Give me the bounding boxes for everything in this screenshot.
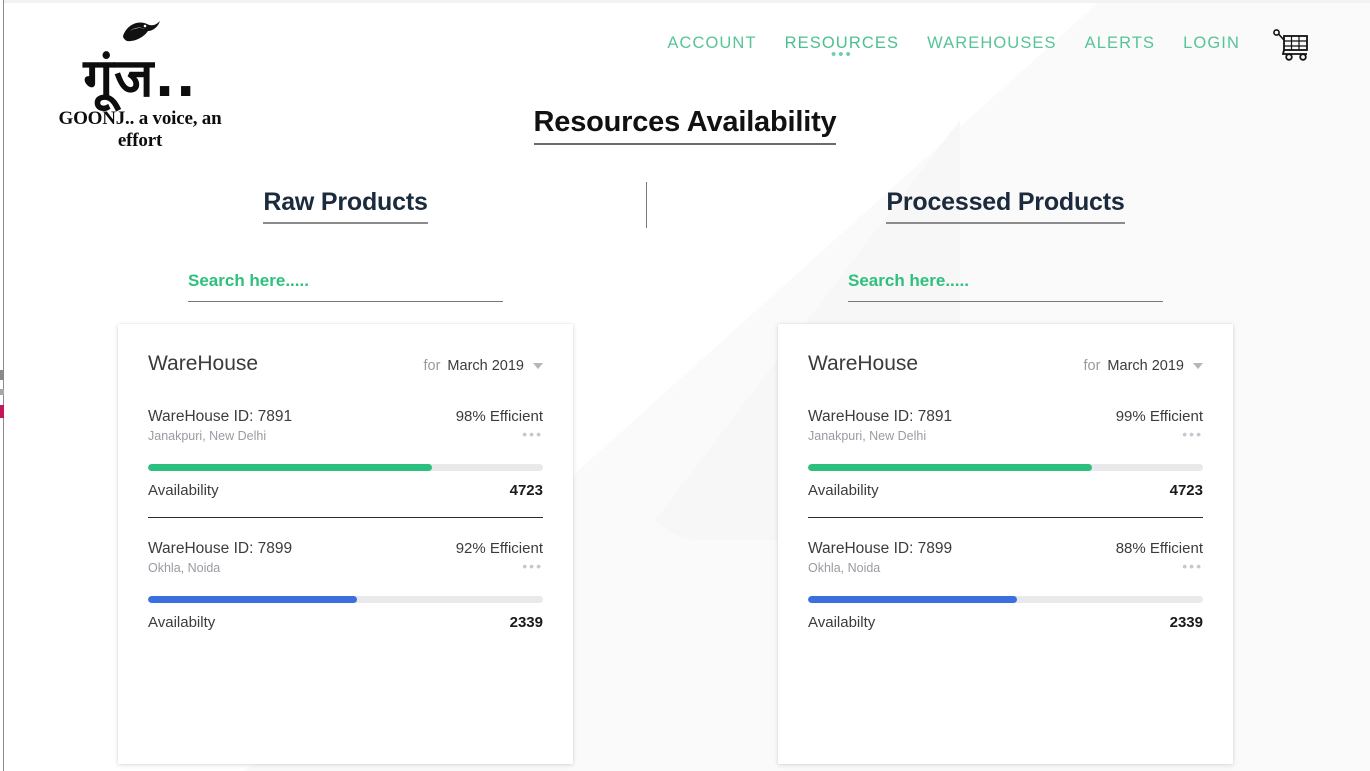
availability-progress-track (148, 464, 543, 471)
column-divider (646, 182, 647, 228)
nav-item-account[interactable]: ACCOUNT (667, 34, 756, 53)
nav-item-login[interactable]: LOGIN (1183, 34, 1240, 53)
bird-icon (123, 21, 160, 42)
warehouse-location: Janakpuri, New Delhi (148, 429, 267, 443)
availability-row: Availability 4723 (148, 482, 543, 499)
nav-item-warehouses[interactable]: WAREHOUSES (927, 34, 1057, 53)
availability-value: 2339 (1169, 614, 1203, 631)
warehouse-id: WareHouse ID: 7891 (148, 408, 293, 425)
period-selector-processed[interactable]: for March 2019 (1083, 358, 1203, 374)
availability-value: 2339 (509, 614, 543, 631)
warehouse-entry-header: WareHouse ID: 7891 Janakpuri, New Delhi … (148, 408, 543, 443)
chevron-down-icon[interactable] (1193, 363, 1203, 369)
availability-progress-track (808, 596, 1203, 603)
warehouse-card-raw: WareHouse for March 2019 WareHouse ID: 7… (118, 324, 573, 764)
nav-item-alerts[interactable]: ALERTS (1085, 34, 1156, 53)
warehouse-location: Janakpuri, New Delhi (808, 429, 927, 443)
column-processed-products: Processed Products WareHouse for March 2… (778, 188, 1233, 764)
logo-script-text: गूंज.. (83, 48, 197, 109)
availability-progress-track (148, 596, 543, 603)
availability-row: Availability 4723 (808, 482, 1203, 499)
warehouse-efficiency-block: 98% Efficient ••• (455, 408, 543, 441)
warehouse-entry-header: WareHouse ID: 7891 Janakpuri, New Delhi … (808, 408, 1203, 443)
search-input-processed[interactable] (848, 271, 1163, 302)
availability-value: 4723 (509, 482, 543, 499)
warehouse-identity: WareHouse ID: 7891 Janakpuri, New Delhi (148, 408, 292, 443)
availability-progress-fill (808, 596, 1018, 603)
period-value-processed: March 2019 (1107, 358, 1184, 374)
warehouse-id: WareHouse ID: 7891 (808, 408, 953, 425)
nav-item-resources[interactable]: RESOURCES ••• (785, 34, 899, 62)
main-navigation: ACCOUNT RESOURCES ••• WAREHOUSES ALERTS … (667, 34, 1240, 62)
availability-progress-fill (148, 464, 433, 471)
warehouse-location: Okhla, Noida (808, 561, 881, 575)
column-raw-products: Raw Products WareHouse for March 2019 Wa… (118, 188, 573, 764)
overflow-menu-icon[interactable]: ••• (1116, 559, 1203, 573)
search-wrapper-raw (188, 271, 503, 302)
period-value-raw: March 2019 (447, 358, 524, 374)
warehouse-location: Okhla, Noida (148, 561, 221, 575)
availability-label: Availability (148, 482, 219, 499)
period-prefix-raw: for (423, 358, 441, 374)
search-wrapper-processed (848, 271, 1163, 302)
warehouse-entry[interactable]: WareHouse ID: 7891 Janakpuri, New Delhi … (148, 408, 543, 518)
shopping-cart-icon[interactable] (1272, 28, 1312, 62)
period-selector-raw[interactable]: for March 2019 (423, 358, 543, 374)
warehouse-entry-header: WareHouse ID: 7899 Okhla, Noida 88% Effi… (808, 540, 1203, 575)
overflow-menu-icon[interactable]: ••• (456, 559, 543, 573)
warehouse-id: WareHouse ID: 7899 (148, 540, 293, 557)
warehouse-id: WareHouse ID: 7899 (808, 540, 953, 557)
column-heading-raw: Raw Products (118, 188, 573, 224)
overflow-menu-icon[interactable]: ••• (1116, 427, 1203, 441)
period-prefix-processed: for (1083, 358, 1101, 374)
warehouse-efficiency: 98% Efficient (455, 408, 543, 425)
nav-active-indicator-dots: ••• (830, 46, 853, 63)
warehouse-efficiency-block: 88% Efficient ••• (1115, 540, 1203, 573)
warehouse-efficiency: 99% Efficient (1115, 408, 1203, 425)
column-heading-raw-text: Raw Products (263, 188, 428, 224)
card-title-raw: WareHouse (148, 352, 259, 375)
page-title: Resources Availability (0, 106, 1370, 145)
availability-label: Availabilty (808, 614, 876, 631)
warehouse-card-processed: WareHouse for March 2019 WareHouse ID: 7… (778, 324, 1233, 764)
warehouse-entry-header: WareHouse ID: 7899 Okhla, Noida 92% Effi… (148, 540, 543, 575)
page-root: गूंज.. GOONJ.. a voice, an effort ACCOUN… (0, 0, 1370, 771)
availability-progress-fill (808, 464, 1093, 471)
left-edge-marker-gray (0, 370, 4, 380)
warehouse-entry[interactable]: WareHouse ID: 7891 Janakpuri, New Delhi … (808, 408, 1203, 518)
column-heading-processed-text: Processed Products (886, 188, 1125, 224)
card-title-processed: WareHouse (808, 352, 919, 375)
page-title-text: Resources Availability (533, 106, 837, 145)
card-header-raw: WareHouse for March 2019 (148, 352, 543, 376)
availability-row: Availabilty 2339 (148, 614, 543, 631)
overflow-menu-icon[interactable]: ••• (456, 427, 543, 441)
availability-progress-track (808, 464, 1203, 471)
availability-value: 4723 (1169, 482, 1203, 499)
warehouse-entry[interactable]: WareHouse ID: 7899 Okhla, Noida 88% Effi… (808, 540, 1203, 649)
card-header-processed: WareHouse for March 2019 (808, 352, 1203, 376)
availability-row: Availabilty 2339 (808, 614, 1203, 631)
warehouse-identity: WareHouse ID: 7891 Janakpuri, New Delhi (808, 408, 952, 443)
search-input-raw[interactable] (188, 271, 503, 302)
availability-label: Availabilty (148, 614, 216, 631)
warehouse-efficiency: 88% Efficient (1115, 540, 1203, 557)
availability-label: Availability (808, 482, 879, 499)
warehouse-efficiency-block: 99% Efficient ••• (1115, 408, 1203, 441)
warehouse-efficiency: 92% Efficient (455, 540, 543, 557)
left-edge-marker-gray-secondary (0, 389, 4, 395)
availability-progress-fill (148, 596, 358, 603)
warehouse-identity: WareHouse ID: 7899 Okhla, Noida (148, 540, 292, 575)
top-strip (0, 0, 1370, 3)
left-edge-strip (0, 0, 4, 771)
warehouse-identity: WareHouse ID: 7899 Okhla, Noida (808, 540, 952, 575)
warehouse-efficiency-block: 92% Efficient ••• (455, 540, 543, 573)
warehouse-entry[interactable]: WareHouse ID: 7899 Okhla, Noida 92% Effi… (148, 540, 543, 649)
column-heading-processed: Processed Products (778, 188, 1233, 224)
chevron-down-icon[interactable] (533, 363, 543, 369)
left-edge-marker-pink (0, 405, 4, 418)
